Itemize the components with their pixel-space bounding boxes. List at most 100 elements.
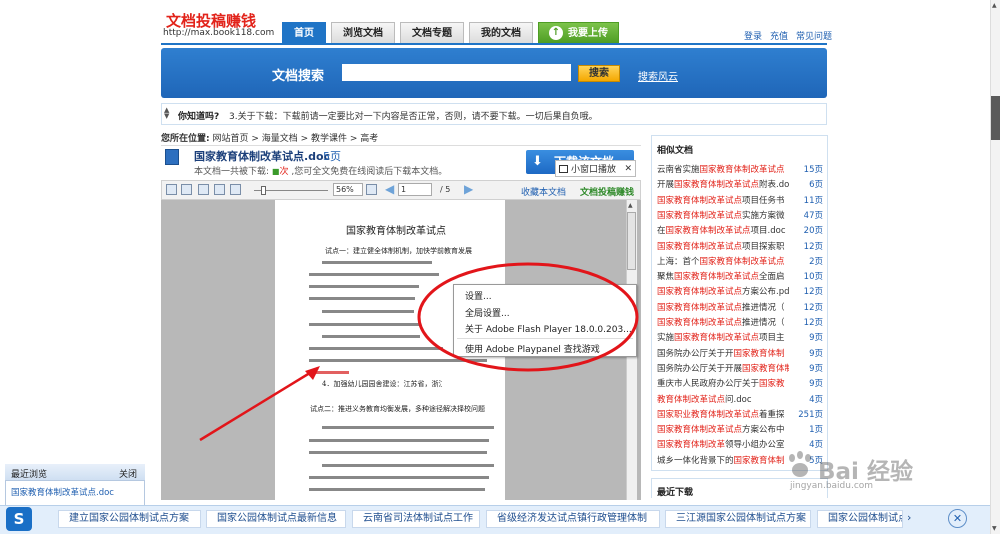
related-chip[interactable]: 国家公园体制试点最新信息: [206, 510, 346, 528]
menu-item-settings[interactable]: 设置...: [465, 289, 492, 302]
related-chip[interactable]: 省级经济发达试点镇行政管理体制: [486, 510, 660, 528]
tab-home[interactable]: 首页: [282, 22, 326, 43]
search-input[interactable]: [342, 64, 571, 81]
doc-title-highlight: 国家教育体制改革试点: [657, 302, 743, 313]
download-arrow-icon: ⬇: [532, 154, 543, 169]
similar-doc-pages: 47页: [803, 210, 823, 221]
fit-page-icon[interactable]: [366, 184, 377, 195]
menu-item-global-settings[interactable]: 全局设置...: [465, 306, 510, 319]
similar-doc-item[interactable]: 国家教育体制改革试点方案公布中 1页: [657, 423, 823, 438]
similar-doc-item[interactable]: 教育体制改革试点问.doc 4页: [657, 393, 823, 408]
similar-doc-item[interactable]: 国家教育体制改革试点方案公布.pdf 12页: [657, 285, 823, 300]
tip-scroll-arrows-icon[interactable]: ▲ ▼: [164, 107, 169, 120]
similar-doc-title: 国务院办公厅关于开展国家教育体制: [657, 362, 789, 377]
scroll-down-icon[interactable]: ▼: [992, 525, 997, 532]
similar-doc-item[interactable]: 国家教育体制改革试点项目任务书 11页: [657, 194, 823, 209]
tab-my-docs[interactable]: 我的文档: [469, 22, 533, 43]
recent-item[interactable]: 国家教育体制改革试点.doc: [11, 486, 114, 498]
similar-doc-item[interactable]: 上海：首个国家教育体制改革试点 2页: [657, 255, 823, 270]
mini-player-popup[interactable]: 小窗口播放 ✕: [555, 160, 636, 177]
doc-sub-suffix: ,您可全文免费在线阅读后下载本文档。: [291, 167, 448, 177]
recharge-link[interactable]: 充值: [770, 29, 788, 42]
doc-title-highlight: 国家教育体制: [742, 363, 789, 374]
search-cloud-link[interactable]: 搜索风云: [638, 68, 678, 83]
similar-doc-item[interactable]: 国家职业教育体制改革试点着重探 251页: [657, 408, 823, 423]
breadcrumb-path[interactable]: 网站首页 > 海量文档 > 教学课件 > 高考: [212, 134, 378, 144]
tab-browse-docs[interactable]: 浏览文档: [331, 22, 395, 43]
doc-text-line: [322, 335, 420, 338]
similar-doc-item[interactable]: 在国家教育体制改革试点项目.doc 20页: [657, 224, 823, 239]
doc-text-line: [309, 439, 489, 442]
scroll-up-icon[interactable]: ▲: [628, 202, 633, 209]
recent-browse-title: 最近浏览: [11, 470, 48, 480]
zoom-slider-handle[interactable]: [261, 186, 266, 195]
grid-view-icon[interactable]: [198, 184, 209, 195]
next-page-icon[interactable]: ▶: [464, 182, 473, 196]
similar-doc-item[interactable]: 国家教育体制改革试点推进情况（ 12页: [657, 301, 823, 316]
menu-separator: [457, 338, 633, 339]
doc-text-line: [309, 451, 487, 454]
close-icon[interactable]: ✕: [624, 164, 632, 174]
double-page-icon[interactable]: [181, 184, 192, 195]
doc-subtitle: 本文档一共被下载: ■次 ,您可全文免费在线阅读后下载本文档。: [194, 164, 447, 177]
page-scrollbar[interactable]: [990, 0, 1000, 534]
viewer-scroll-thumb[interactable]: [627, 212, 636, 270]
close-icon[interactable]: ✕: [948, 509, 967, 528]
similar-doc-pages: 12页: [803, 287, 823, 298]
breadcrumb-label: 您所在位置:: [161, 134, 210, 144]
similar-doc-pages: 6页: [809, 180, 823, 191]
doc-title-prefix: 开展: [657, 180, 675, 191]
page-scroll-thumb[interactable]: [991, 96, 1000, 140]
similar-doc-pages: 9页: [809, 379, 823, 390]
similar-doc-title: 实施国家教育体制改革试点项目主: [657, 331, 789, 346]
upload-button[interactable]: ↑ 我要上传: [538, 22, 619, 43]
menu-item-playpanel[interactable]: 使用 Adobe Playpanel 查找游戏: [465, 342, 600, 355]
fit-width-icon[interactable]: [214, 184, 225, 195]
similar-doc-item[interactable]: 国家教育体制改革试点项目探索职 12页: [657, 240, 823, 255]
fullscreen-icon[interactable]: [230, 184, 241, 195]
similar-doc-pages: 9页: [809, 333, 823, 344]
similar-doc-item[interactable]: 开展国家教育体制改革试点附表.doc 6页: [657, 178, 823, 193]
doc-title-highlight: 国家教育体制改革: [657, 440, 726, 451]
chevron-right-icon[interactable]: ›: [907, 511, 911, 524]
prev-page-icon[interactable]: ◀: [385, 182, 394, 196]
related-chip[interactable]: 国家公园体制试点: [817, 510, 903, 528]
similar-doc-item[interactable]: 云南省实施国家教育体制改革试点 15页: [657, 163, 823, 178]
nav-divider: [161, 43, 827, 45]
similar-doc-item[interactable]: 国务院办公厅关于开展国家教育体制 9页: [657, 362, 823, 377]
doc-text-line: [309, 323, 421, 326]
favorite-doc-link[interactable]: 收藏本文档: [521, 185, 566, 198]
doc-title-highlight: 国家职业教育体制改革试点: [657, 409, 760, 420]
menu-item-about-flash[interactable]: 关于 Adobe Flash Player 18.0.0.203...: [465, 322, 632, 335]
doc-title-suffix: 实施方案微: [742, 210, 785, 221]
faq-link[interactable]: 常见问题: [796, 29, 832, 42]
doc-title-prefix: 重庆市人民政府办公厅关于: [657, 379, 760, 390]
related-chip[interactable]: 三江源国家公园体制试点方案: [665, 510, 811, 528]
recent-close-button[interactable]: 关闭: [119, 467, 137, 480]
doc-page-title: 国家教育体制改革试点: [346, 226, 446, 237]
site-logo-url[interactable]: http://max.book118.com: [163, 28, 274, 38]
similar-doc-item[interactable]: 国务院办公厅关于开国家教育体制 9页: [657, 347, 823, 362]
similar-doc-pages: 20页: [803, 226, 823, 237]
scroll-up-icon[interactable]: ▲: [992, 2, 997, 9]
single-page-icon[interactable]: [166, 184, 177, 195]
related-chip[interactable]: 云南省司法体制试点工作: [352, 510, 480, 528]
similar-doc-title: 国家教育体制改革试点方案公布中: [657, 423, 789, 438]
doc-title-suffix: 领导小组办公室: [725, 440, 785, 451]
zoom-input[interactable]: 56%: [333, 183, 363, 196]
similar-doc-pages: 15页: [803, 165, 823, 175]
search-button[interactable]: 搜索: [578, 65, 620, 82]
doc-heading-1: 试点一：建立健全体制机制，加快学前教育发展: [325, 247, 472, 255]
similar-doc-item[interactable]: 聚焦国家教育体制改革试点全面启 10页: [657, 270, 823, 285]
login-link[interactable]: 登录: [744, 29, 762, 42]
tab-doc-topics[interactable]: 文档专题: [400, 22, 464, 43]
related-chip[interactable]: 建立国家公园体制试点方案: [58, 510, 201, 528]
similar-doc-item[interactable]: 国家教育体制改革试点实施方案微 47页: [657, 209, 823, 224]
similar-doc-title: 聚焦国家教育体制改革试点全面启: [657, 270, 789, 285]
upload-arrow-icon: ↑: [549, 26, 563, 40]
page-number-input[interactable]: 1: [398, 183, 432, 196]
similar-doc-item[interactable]: 实施国家教育体制改革试点项目主 9页: [657, 331, 823, 346]
sogou-logo-icon[interactable]: S: [6, 507, 32, 531]
similar-doc-item[interactable]: 国家教育体制改革试点推进情况（ 12页: [657, 316, 823, 331]
similar-doc-item[interactable]: 重庆市人民政府办公厅关于国家教 9页: [657, 377, 823, 392]
